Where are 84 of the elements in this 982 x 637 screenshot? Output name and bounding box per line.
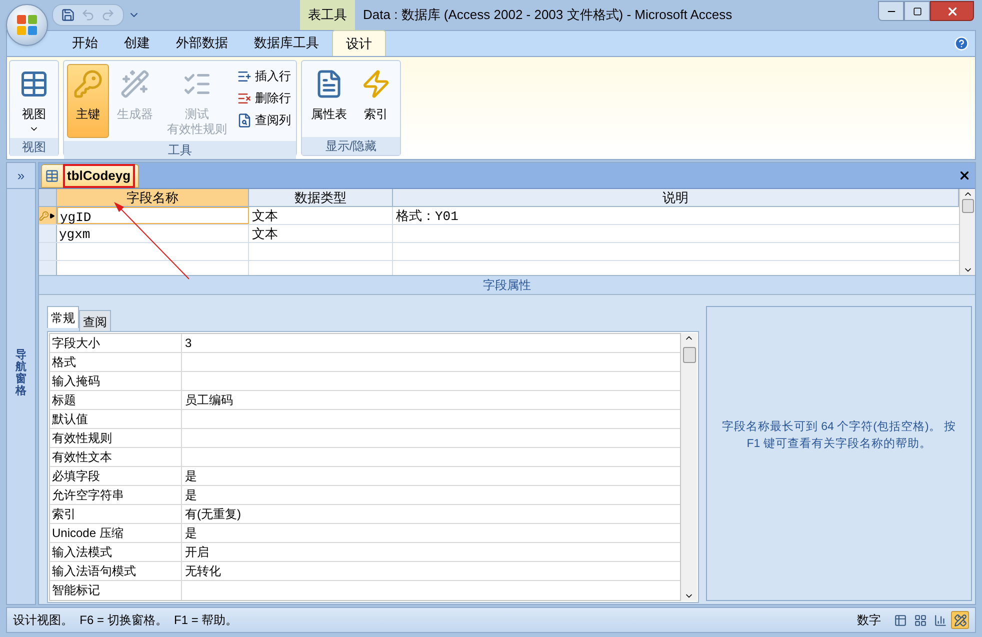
ribbon-tab[interactable]: 开始 — [59, 30, 111, 56]
property-name: 默认值 — [50, 410, 182, 428]
save-icon[interactable] — [61, 8, 75, 22]
group-label: 工具 — [64, 141, 296, 159]
delete-row-icon — [237, 90, 252, 106]
status-indicator: 数字 — [857, 612, 881, 629]
document-tab[interactable]: tblCodeyg — [41, 164, 139, 188]
insert-row-icon — [237, 68, 252, 84]
maximize-button[interactable] — [904, 1, 930, 21]
property-name: 输入法语句模式 — [50, 562, 182, 580]
property-value[interactable]: 有(无重复) — [182, 505, 244, 523]
ribbon-button[interactable]: 视图 — [13, 64, 55, 135]
window-title: Data : 数据库 (Access 2002 - 2003 文件格式) - Microsoft Access — [363, 6, 732, 24]
table-cell[interactable]: 文本 — [249, 208, 281, 223]
view-icon — [954, 614, 966, 626]
ribbon-button[interactable]: 插入行 — [235, 66, 293, 86]
property-name: 必填字段 — [50, 467, 182, 485]
key-icon — [73, 69, 103, 99]
column-header[interactable]: 数据类型 — [249, 189, 393, 206]
table-cell[interactable]: ygID — [58, 210, 94, 225]
property-value[interactable]: 员工编码 — [182, 391, 236, 409]
table-icon — [45, 169, 59, 183]
context-tab-group: 表工具 — [300, 0, 355, 30]
lightning-icon — [361, 69, 391, 99]
property-name: 标题 — [50, 391, 182, 409]
design-view-icon[interactable] — [951, 611, 969, 629]
status-text: 设计视图。 F6 = 切换窗格。 F1 = 帮助。 — [13, 612, 238, 629]
view-icon — [894, 614, 906, 626]
logo — [15, 13, 39, 37]
property-value[interactable]: 无转化 — [182, 562, 224, 580]
ribbon-tab[interactable]: 创建 — [111, 30, 163, 56]
property-value[interactable]: 是 — [182, 524, 200, 542]
close-icon — [946, 4, 958, 18]
pane-label: 导航窗格 — [16, 349, 26, 398]
property-name: 格式 — [50, 353, 182, 371]
ribbon-tab[interactable]: 设计 — [332, 30, 386, 56]
property-name: 有效性规则 — [50, 429, 182, 447]
help-text: 字段名称最长可到 64 个字符(包括空格)。 按 F1 键可查看有关字段名称的帮助。 — [720, 419, 958, 452]
property-value[interactable]: 是 — [182, 486, 200, 504]
table-cell[interactable]: ygxm — [57, 227, 92, 242]
expand-pane-button[interactable]: » — [7, 163, 35, 189]
ribbon-button[interactable]: 索引 — [355, 64, 397, 134]
column-header[interactable]: 字段名称 — [57, 189, 249, 206]
ribbon-button[interactable]: 删除行 — [235, 88, 293, 108]
maximize-icon — [912, 6, 922, 16]
ribbon-button[interactable]: 查阅列 — [235, 110, 293, 130]
property-name: 允许空字符串 — [50, 486, 182, 504]
ribbon-tab[interactable]: 外部数据 — [163, 30, 241, 56]
table-icon — [19, 69, 49, 99]
property-name: 索引 — [50, 505, 182, 523]
property-value[interactable]: 是 — [182, 467, 200, 485]
search-icon — [237, 112, 252, 128]
close-icon[interactable] — [958, 169, 971, 182]
property-tab[interactable]: 常规 — [47, 306, 79, 328]
table-cell[interactable]: 格式：Y01 — [393, 209, 462, 224]
key-icon — [39, 210, 49, 220]
group-label: 显示/隐藏 — [302, 137, 400, 155]
office-button[interactable] — [6, 4, 48, 46]
property-name: Unicode 压缩 — [50, 524, 182, 542]
property-name: 智能标记 — [50, 581, 182, 600]
ribbon-tab[interactable]: 数据库工具 — [241, 30, 332, 56]
ribbon-button[interactable]: 主键 — [67, 64, 109, 138]
help-icon[interactable] — [954, 36, 969, 51]
scroll-bar[interactable] — [681, 333, 697, 601]
scroll-thumb[interactable] — [682, 347, 696, 363]
close-button[interactable] — [930, 1, 974, 21]
view-icon — [914, 614, 926, 626]
section-header: 字段属性 — [39, 275, 975, 295]
scroll-thumb[interactable] — [962, 199, 974, 213]
scroll-bar[interactable] — [959, 189, 975, 275]
property-value[interactable]: 开启 — [182, 543, 212, 561]
group-label: 视图 — [10, 138, 58, 156]
ribbon-button[interactable]: 属性表 — [305, 64, 353, 134]
view-icon — [934, 614, 946, 626]
property-name: 有效性文本 — [50, 448, 182, 466]
property-name: 输入法模式 — [50, 543, 182, 561]
row-selector[interactable] — [39, 207, 57, 224]
wand-icon — [120, 69, 150, 99]
current-row-icon — [49, 212, 55, 218]
property-tab[interactable]: 查阅 — [79, 310, 111, 332]
property-name: 字段大小 — [50, 334, 182, 352]
table-cell[interactable]: 文本 — [249, 226, 281, 241]
property-name: 输入掩码 — [50, 372, 182, 390]
property-value[interactable]: 3 — [182, 334, 195, 352]
